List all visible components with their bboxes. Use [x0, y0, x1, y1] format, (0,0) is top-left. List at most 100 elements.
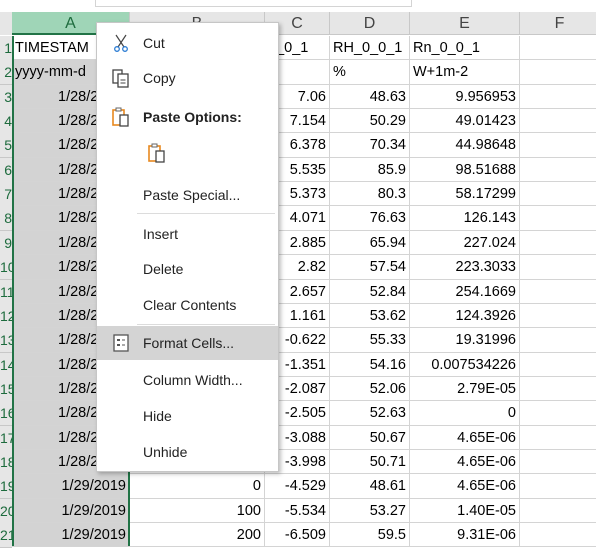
- cell-d16[interactable]: 52.63: [330, 401, 410, 426]
- cell-d3[interactable]: 48.63: [330, 85, 410, 109]
- row-header[interactable]: 19: [0, 474, 12, 499]
- cell-f20[interactable]: [520, 499, 596, 523]
- cell-e4[interactable]: 49.01423: [410, 109, 520, 133]
- cell-d20[interactable]: 53.27: [330, 499, 410, 523]
- row-header[interactable]: 5: [0, 133, 12, 158]
- cell-e21[interactable]: 9.31E-06: [410, 523, 520, 547]
- cell-e5[interactable]: 44.98648: [410, 133, 520, 158]
- menu-item-clear-contents[interactable]: Clear Contents: [97, 288, 278, 322]
- row-header[interactable]: 4: [0, 109, 12, 134]
- cell-e17[interactable]: 4.65E-06: [410, 426, 520, 450]
- cell-f18[interactable]: [520, 450, 596, 474]
- cell-f3[interactable]: [520, 85, 596, 109]
- row-header[interactable]: 1: [0, 36, 12, 61]
- cell-a21[interactable]: 1/29/2019: [12, 523, 130, 547]
- cell-f4[interactable]: [520, 109, 596, 133]
- cell-f21[interactable]: [520, 523, 596, 547]
- cell-d11[interactable]: 52.84: [330, 280, 410, 304]
- cell-e18[interactable]: 4.65E-06: [410, 450, 520, 474]
- row-header[interactable]: 11: [0, 280, 12, 305]
- menu-item-cut[interactable]: Cut: [97, 26, 278, 60]
- cell-f6[interactable]: [520, 158, 596, 182]
- cell-b21[interactable]: 200: [130, 523, 265, 547]
- cell-e15[interactable]: 2.79E-05: [410, 377, 520, 401]
- menu-item-format-cells[interactable]: Format Cells...: [97, 326, 278, 360]
- cell-e2[interactable]: W+1m-2: [410, 60, 520, 85]
- cell-e8[interactable]: 126.143: [410, 206, 520, 231]
- cell-d13[interactable]: 55.33: [330, 328, 410, 353]
- cell-d10[interactable]: 57.54: [330, 255, 410, 280]
- cell-b19[interactable]: 0: [130, 474, 265, 499]
- cell-e13[interactable]: 19.31996: [410, 328, 520, 353]
- select-all-corner[interactable]: [0, 12, 12, 35]
- cell-a20[interactable]: 1/29/2019: [12, 499, 130, 523]
- cell-f2[interactable]: [520, 60, 596, 85]
- column-header-f[interactable]: F: [520, 12, 596, 35]
- cell-d5[interactable]: 70.34: [330, 133, 410, 158]
- cell-f12[interactable]: [520, 304, 596, 328]
- cell-d2[interactable]: %: [330, 60, 410, 85]
- cell-f7[interactable]: [520, 182, 596, 206]
- cell-f14[interactable]: [520, 353, 596, 377]
- row-header[interactable]: 7: [0, 182, 12, 207]
- cell-e3[interactable]: 9.956953: [410, 85, 520, 109]
- cell-d7[interactable]: 80.3: [330, 182, 410, 206]
- row-header[interactable]: 12: [0, 304, 12, 329]
- cell-d1[interactable]: RH_0_0_1: [330, 36, 410, 60]
- cell-f19[interactable]: [520, 474, 596, 499]
- cell-f11[interactable]: [520, 280, 596, 304]
- row-header[interactable]: 17: [0, 426, 12, 451]
- cell-f9[interactable]: [520, 231, 596, 255]
- cell-f15[interactable]: [520, 377, 596, 401]
- cell-e1[interactable]: Rn_0_0_1: [410, 36, 520, 60]
- column-header-d[interactable]: D: [330, 12, 410, 35]
- cell-e10[interactable]: 223.3033: [410, 255, 520, 280]
- cell-e20[interactable]: 1.40E-05: [410, 499, 520, 523]
- menu-item-delete[interactable]: Delete: [97, 252, 278, 286]
- cell-f10[interactable]: [520, 255, 596, 280]
- row-header[interactable]: 2: [0, 60, 12, 85]
- cell-d18[interactable]: 50.71: [330, 450, 410, 474]
- cell-d4[interactable]: 50.29: [330, 109, 410, 133]
- menu-item-insert[interactable]: Insert: [97, 217, 278, 251]
- row-header[interactable]: 18: [0, 450, 12, 475]
- cell-d12[interactable]: 53.62: [330, 304, 410, 328]
- row-header[interactable]: 13: [0, 328, 12, 353]
- row-header[interactable]: 15: [0, 377, 12, 402]
- cell-d8[interactable]: 76.63: [330, 206, 410, 231]
- row-header[interactable]: 20: [0, 499, 12, 524]
- cell-d9[interactable]: 65.94: [330, 231, 410, 255]
- cell-e16[interactable]: 0: [410, 401, 520, 426]
- cell-d15[interactable]: 52.06: [330, 377, 410, 401]
- cell-f1[interactable]: [520, 36, 596, 60]
- cell-d14[interactable]: 54.16: [330, 353, 410, 377]
- menu-item-column-width[interactable]: Column Width...: [97, 363, 278, 397]
- cell-e11[interactable]: 254.1669: [410, 280, 520, 304]
- cell-e19[interactable]: 4.65E-06: [410, 474, 520, 499]
- cell-f13[interactable]: [520, 328, 596, 353]
- cell-f8[interactable]: [520, 206, 596, 231]
- row-header[interactable]: 6: [0, 158, 12, 183]
- cell-a19[interactable]: 1/29/2019: [12, 474, 130, 499]
- row-header[interactable]: 10: [0, 255, 12, 280]
- menu-item-paste-special[interactable]: Paste Special...: [97, 178, 278, 212]
- cell-f5[interactable]: [520, 133, 596, 158]
- cell-d6[interactable]: 85.9: [330, 158, 410, 182]
- menu-item-unhide[interactable]: Unhide: [97, 435, 278, 469]
- cell-d17[interactable]: 50.67: [330, 426, 410, 450]
- row-header[interactable]: 21: [0, 523, 12, 548]
- cell-b20[interactable]: 100: [130, 499, 265, 523]
- row-header[interactable]: 9: [0, 231, 12, 256]
- cell-f17[interactable]: [520, 426, 596, 450]
- column-header-e[interactable]: E: [410, 12, 520, 35]
- menu-item-copy[interactable]: Copy: [97, 61, 278, 95]
- cell-d19[interactable]: 48.61: [330, 474, 410, 499]
- cell-e12[interactable]: 124.3926: [410, 304, 520, 328]
- menu-item-hide[interactable]: Hide: [97, 399, 278, 433]
- cell-c20[interactable]: -5.534: [265, 499, 330, 523]
- row-header[interactable]: 8: [0, 206, 12, 231]
- paste-button[interactable]: [143, 136, 177, 170]
- cell-c19[interactable]: -4.529: [265, 474, 330, 499]
- cell-e14[interactable]: 0.007534226: [410, 353, 520, 377]
- row-header[interactable]: 14: [0, 353, 12, 378]
